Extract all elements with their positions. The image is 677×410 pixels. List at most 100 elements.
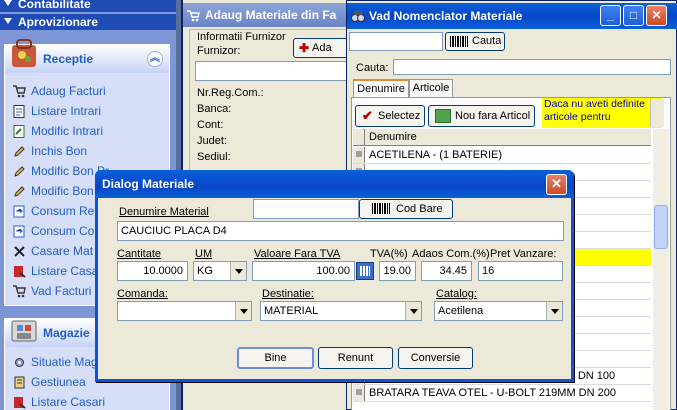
barcode-icon	[372, 203, 390, 214]
table-row[interactable]: BRATARA TEAVA OTEL - U-BOLT 219MM DN 200	[353, 385, 651, 402]
sidebar-item-adaug-facturi[interactable]: Adaug Facturi	[11, 82, 106, 100]
nou-fara-articol-button[interactable]: Nou fara Articol	[428, 105, 535, 127]
row-selector[interactable]	[353, 385, 365, 401]
section-header-aprovizionare[interactable]: Aprovizionare	[0, 14, 176, 30]
pencil-icon	[14, 146, 25, 157]
note-scrollbar[interactable]	[650, 99, 664, 127]
cont-label: Cont:	[197, 119, 224, 131]
denumire-material-label-text: Denumire Material	[119, 206, 209, 218]
dialog-title: Dialog Materiale	[102, 177, 195, 191]
delete-x-icon	[14, 246, 25, 257]
furnizor-label: Furnizor:	[197, 45, 241, 57]
chevron-down-icon[interactable]	[405, 302, 421, 320]
sidebar-item-listare-casari[interactable]: Listare Casari	[11, 262, 105, 280]
barcode-search-input[interactable]	[349, 32, 443, 51]
chevron-down-icon[interactable]	[235, 302, 251, 320]
plus-icon: ✚	[299, 41, 310, 55]
collapse-triangle-icon	[4, 0, 12, 6]
cauta-button[interactable]: Cauta	[445, 32, 505, 51]
valoare-input[interactable]: 100.00	[252, 261, 355, 281]
window-title: Adaug Materiale din Fa	[205, 8, 337, 22]
cart-icon	[13, 285, 26, 298]
sidebar-item-modific-intrari[interactable]: Modific Intrari	[11, 122, 103, 140]
sidebar-item-gestiunea[interactable]: Gestiunea	[11, 373, 86, 391]
section-header-label: Aprovizionare	[18, 15, 99, 29]
destinatie-select[interactable]: MATERIAL	[260, 301, 422, 321]
cauta-label: Cauta:	[356, 62, 389, 74]
scrollbar-thumb[interactable]	[654, 205, 668, 249]
receptie-title: Receptie	[43, 52, 94, 66]
sidebar-item-modific-bon[interactable]: Modific Bon	[11, 182, 94, 200]
sidebar-item-consum-co[interactable]: Consum Co	[11, 222, 94, 240]
chevron-down-icon[interactable]	[230, 262, 246, 280]
receptie-panel-title[interactable]: Receptie ︽	[5, 39, 169, 73]
window-title: Vad Nomenclator Materiale	[369, 9, 523, 23]
column-header-denumire[interactable]: Denumire	[369, 131, 417, 143]
um-select[interactable]: KG	[193, 261, 247, 281]
um-label: UM	[195, 248, 213, 260]
ledger-icon	[14, 376, 25, 389]
row-denumire: BRATARA TEAVA OTEL - U-BOLT 219MM DN 200	[369, 387, 616, 399]
chevron-down-icon[interactable]	[546, 302, 562, 320]
document-arrow-icon	[13, 205, 25, 218]
sidebar-item-vad-facturi[interactable]: Vad Facturi	[11, 282, 91, 300]
maximize-button[interactable]: □	[623, 5, 644, 26]
tab-denumire[interactable]: Denumire	[353, 79, 409, 97]
section-header-contabilitate[interactable]: Contabilitate	[0, 0, 176, 12]
pencil-icon	[14, 166, 25, 177]
tab-articole[interactable]: Articole	[409, 79, 453, 97]
nr-reg-com-label: Nr.Reg.Com.:	[197, 87, 264, 99]
grid-vertical-scrollbar[interactable]	[653, 129, 669, 410]
judet-label: Judet:	[197, 135, 227, 147]
sidebar-item-situatie-mag[interactable]: Situatie Mag	[11, 353, 98, 371]
dialog-titlebar[interactable]: Dialog Materiale	[95, 170, 574, 198]
section-header-label: Contabilitate	[18, 0, 91, 11]
cantitate-input[interactable]: 10.0000	[117, 261, 188, 281]
checkmark-icon: ✔	[362, 108, 373, 123]
warehouse-icon	[11, 320, 37, 342]
conversie-button[interactable]: Conversie	[398, 347, 473, 369]
sidebar-item-consum-re[interactable]: Consum Re	[11, 202, 94, 220]
cod-bare-button[interactable]: Cod Bare	[359, 199, 453, 219]
adaos-input[interactable]: 34.45	[421, 261, 472, 281]
selectez-button[interactable]: ✔ Selectez	[355, 105, 425, 127]
comanda-select[interactable]	[117, 301, 252, 321]
bine-button[interactable]: Bine	[237, 347, 314, 369]
document-edit-icon	[13, 125, 25, 138]
sidebar-item-listare-intrari[interactable]: Listare Intrari	[11, 102, 101, 120]
sidebar-item-casare-mat[interactable]: Casare Mat	[11, 242, 93, 260]
minimize-button[interactable]: _	[600, 5, 621, 26]
pret-vanzare-input[interactable]: 16	[478, 261, 563, 281]
pencil-icon	[14, 186, 25, 197]
catalog-label: Catalog:	[436, 288, 477, 300]
denumire-material-input[interactable]: CAUCIUC PLACA D4	[117, 221, 564, 241]
catalog-select[interactable]: Acetilena	[434, 301, 563, 321]
furnizor-input[interactable]	[195, 61, 355, 81]
collapse-triangle-icon	[4, 18, 12, 24]
sidebar-item-inchis-bon[interactable]: Inchis Bon	[11, 142, 87, 160]
adaug-materiale-titlebar[interactable]: Adaug Materiale din Fa	[183, 3, 353, 27]
comanda-label: Comanda:	[117, 288, 168, 300]
calculator-icon[interactable]	[356, 262, 374, 280]
banca-label: Banca:	[197, 103, 232, 115]
adaos-label: Adaos Com.(%)	[412, 248, 490, 260]
close-button[interactable]: ✕	[646, 5, 667, 26]
tva-label: TVA(%)	[370, 248, 408, 260]
gear-icon	[15, 358, 24, 367]
dialog-close-button[interactable]: ✕	[546, 174, 567, 195]
tva-input[interactable]: 19.00	[379, 261, 416, 281]
barcode-icon	[450, 36, 468, 47]
info-note: Daca nu aveti definite articole pentru	[542, 98, 662, 128]
barcode-input[interactable]	[253, 199, 359, 219]
document-arrow-icon	[13, 225, 25, 238]
row-selector[interactable]	[353, 147, 365, 163]
table-row[interactable]: ACETILENA - (1 BATERIE)	[353, 147, 651, 164]
sidebar-item-listare-casari-magazie[interactable]: Listare Casari	[11, 393, 105, 410]
scrap-list-icon	[14, 397, 26, 409]
cart-icon	[13, 85, 26, 98]
renunt-button[interactable]: Renunt	[318, 347, 393, 369]
group-title: Informatii Furnizor	[197, 31, 286, 43]
add-item-icon	[435, 109, 451, 123]
collapse-up-icon[interactable]: ︽	[147, 51, 163, 67]
cauta-input[interactable]	[393, 59, 671, 75]
